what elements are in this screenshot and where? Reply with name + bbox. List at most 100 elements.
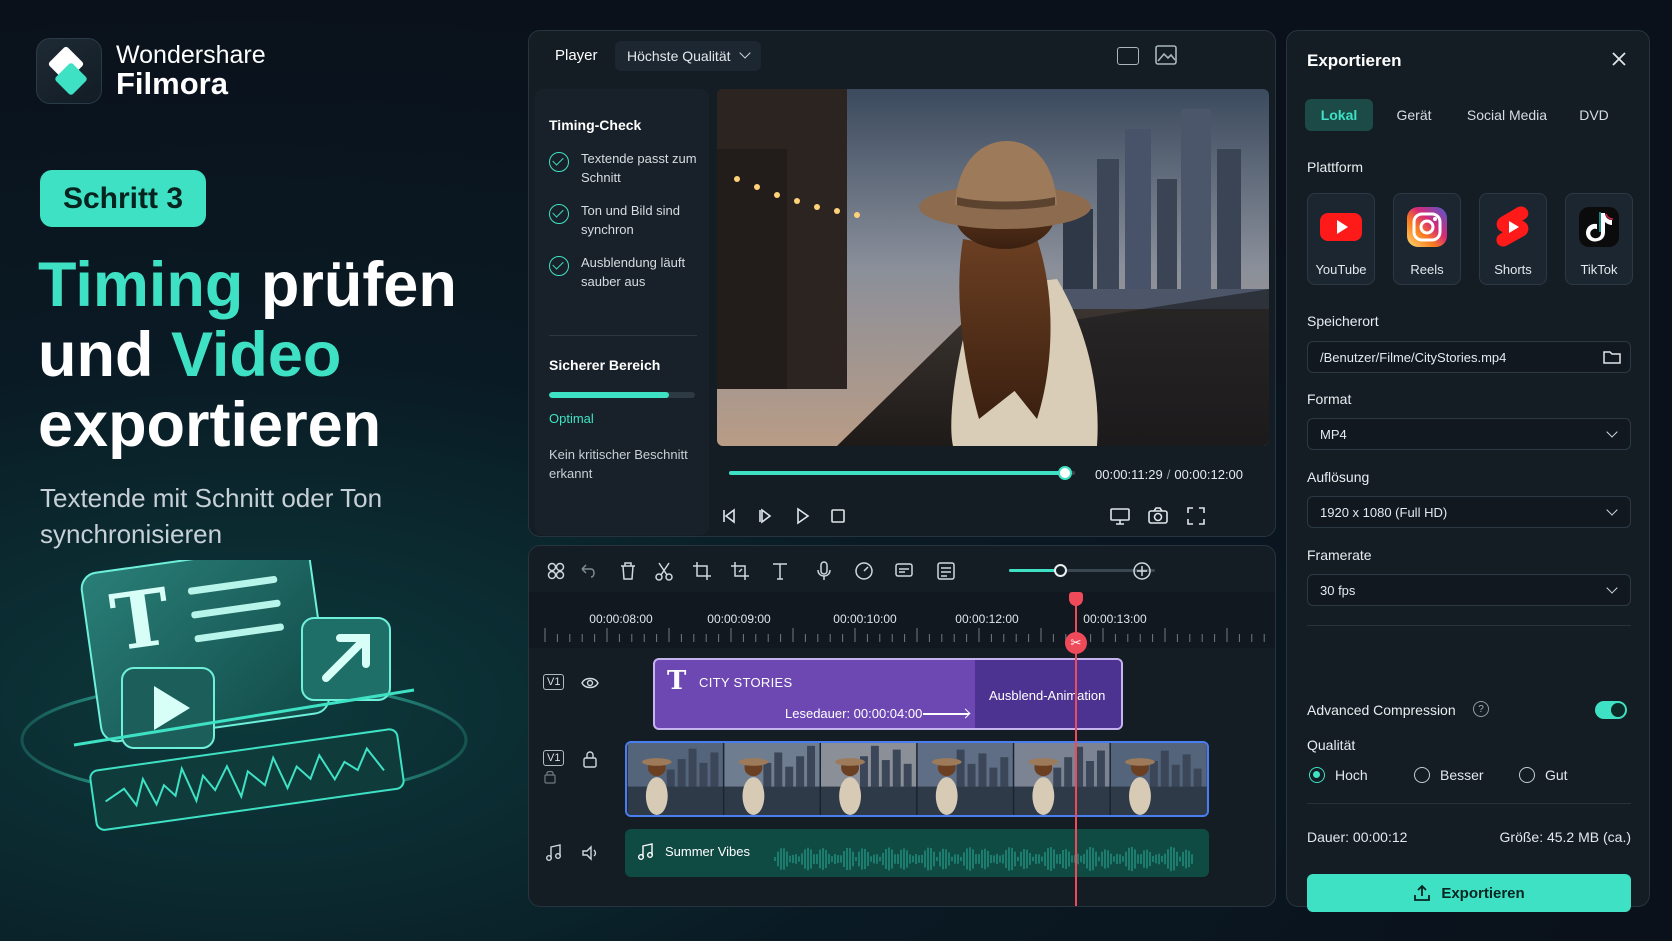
playhead-handle[interactable] bbox=[1069, 592, 1083, 606]
ruler-label: 00:00:08:00 bbox=[589, 612, 653, 626]
stop-icon[interactable] bbox=[827, 505, 849, 527]
text-clip-city-stories[interactable]: T CITY STORIES Lesedauer: 00:00:04:00 Au… bbox=[653, 658, 1123, 730]
format-select[interactable]: MP4 bbox=[1307, 418, 1631, 450]
next-frame-icon[interactable] bbox=[755, 505, 777, 527]
subtitle-icon[interactable] bbox=[893, 560, 915, 582]
text-export-illustration: T bbox=[20, 560, 468, 831]
check-circle-icon bbox=[549, 152, 569, 172]
text-clip-read-time: Lesedauer: 00:00:04:00 bbox=[785, 706, 923, 721]
divider bbox=[1307, 625, 1631, 626]
split-scissors-icon[interactable]: ✂ bbox=[1065, 632, 1087, 654]
timeline-ruler[interactable]: 00:00:08:00 00:00:09:00 00:00:10:00 00:0… bbox=[529, 592, 1275, 648]
fullscreen-icon[interactable] bbox=[1185, 505, 1207, 527]
play-icon[interactable] bbox=[791, 505, 813, 527]
text-clip-icon: T bbox=[667, 666, 687, 696]
prev-frame-icon[interactable] bbox=[719, 505, 741, 527]
quality-option-hoch[interactable]: Hoch bbox=[1309, 767, 1414, 783]
upload-icon bbox=[1414, 884, 1431, 901]
text-track-label: V1 bbox=[543, 674, 565, 690]
video-clip-filmstrip[interactable] bbox=[625, 741, 1209, 817]
compression-label: Advanced Compression bbox=[1307, 702, 1456, 718]
eye-icon[interactable] bbox=[581, 674, 599, 692]
headline-word: Video bbox=[170, 320, 342, 390]
export-title: Exportieren bbox=[1307, 51, 1402, 70]
speaker-icon[interactable] bbox=[581, 844, 599, 862]
export-tabs: Lokal Gerät Social Media DVD bbox=[1305, 99, 1635, 131]
timecode: 00:00:11:29/00:00:12:00 bbox=[1095, 467, 1244, 482]
export-button[interactable]: Exportieren bbox=[1307, 874, 1631, 912]
lock-icon[interactable] bbox=[581, 750, 599, 768]
scissors-icon[interactable] bbox=[653, 560, 675, 582]
headline-word: und bbox=[38, 320, 171, 390]
image-icon[interactable] bbox=[1155, 45, 1177, 65]
instagram-icon bbox=[1407, 207, 1447, 247]
tab-dvd[interactable]: DVD bbox=[1559, 99, 1629, 131]
platform-list: YouTube Reels Shorts TikTok bbox=[1307, 193, 1633, 285]
scrubber-handle[interactable] bbox=[1057, 466, 1072, 480]
radio-icon bbox=[1414, 767, 1430, 783]
snapshot-camera-icon[interactable] bbox=[1147, 505, 1169, 527]
display-icon[interactable] bbox=[1109, 505, 1131, 527]
export-panel: Exportieren Lokal Gerät Social Media DVD… bbox=[1286, 30, 1650, 912]
quality-option-besser[interactable]: Besser bbox=[1414, 767, 1519, 783]
platform-reels[interactable]: Reels bbox=[1393, 193, 1461, 285]
ruler-label: 00:00:13:00 bbox=[1083, 612, 1147, 626]
location-field[interactable]: /Benutzer/Filme/CityStories.mp4 bbox=[1307, 341, 1631, 373]
platform-label: Plattform bbox=[1307, 159, 1364, 175]
audio-clip-name: Summer Vibes bbox=[665, 844, 751, 859]
undo-icon[interactable] bbox=[577, 560, 599, 582]
video-preview[interactable] bbox=[717, 89, 1269, 446]
current-time: 00:00:11:29 bbox=[1095, 467, 1163, 482]
compression-toggle[interactable] bbox=[1595, 701, 1627, 719]
grid-view-icon[interactable] bbox=[1117, 47, 1139, 65]
ruler-ticks bbox=[544, 628, 1265, 642]
text-clip-name: CITY STORIES bbox=[699, 675, 793, 690]
subline: Textende mit Schnitt oder Ton synchronis… bbox=[40, 483, 383, 549]
ruler-label: 00:00:10:00 bbox=[833, 612, 897, 626]
crop-icon[interactable] bbox=[691, 560, 713, 582]
close-icon[interactable] bbox=[1609, 49, 1629, 69]
layout-grid-icon[interactable] bbox=[545, 560, 567, 582]
tab-geraet[interactable]: Gerät bbox=[1373, 99, 1455, 131]
animation-label: Ausblend-Animation bbox=[989, 688, 1106, 703]
add-track-icon[interactable] bbox=[1131, 560, 1153, 582]
folder-icon[interactable] bbox=[1602, 348, 1622, 366]
timing-check-item: Ausblendung läuft sauber aus bbox=[549, 253, 707, 291]
total-time: 00:00:12:00 bbox=[1174, 467, 1244, 482]
microphone-icon[interactable] bbox=[813, 560, 835, 582]
headline: Timing prüfen und Video exportieren bbox=[38, 250, 498, 460]
adjust-icon[interactable] bbox=[935, 560, 957, 582]
quality-options: Hoch Besser Gut bbox=[1309, 767, 1629, 783]
zoom-handle[interactable] bbox=[1054, 564, 1068, 577]
playback-scrubber[interactable] bbox=[729, 466, 1075, 480]
audio-clip[interactable]: Summer Vibes bbox=[625, 829, 1209, 877]
tab-social-media[interactable]: Social Media bbox=[1455, 99, 1559, 131]
transform-icon[interactable] bbox=[729, 560, 751, 582]
check-circle-icon bbox=[549, 204, 569, 224]
platform-youtube[interactable]: YouTube bbox=[1307, 193, 1375, 285]
divider bbox=[1307, 803, 1631, 804]
radio-icon bbox=[1519, 767, 1535, 783]
platform-tiktok[interactable]: TikTok bbox=[1565, 193, 1633, 285]
chevron-down-icon bbox=[739, 47, 751, 59]
headline-word: prüfen bbox=[243, 250, 457, 320]
platform-shorts[interactable]: Shorts bbox=[1479, 193, 1547, 285]
speed-icon[interactable] bbox=[853, 560, 875, 582]
music-note-icon bbox=[546, 844, 561, 861]
help-icon[interactable]: ? bbox=[1473, 701, 1489, 717]
chevron-down-icon bbox=[1606, 504, 1618, 516]
headline-word: Timing bbox=[38, 250, 244, 320]
tab-lokal[interactable]: Lokal bbox=[1305, 99, 1373, 131]
link-icon[interactable] bbox=[543, 770, 557, 784]
delete-icon[interactable] bbox=[617, 560, 639, 582]
timing-check-item: Textende passt zum Schnitt bbox=[549, 149, 707, 187]
quality-dropdown[interactable]: Höchste Qualität bbox=[615, 41, 761, 71]
quality-label: Qualität bbox=[1307, 737, 1356, 753]
resolution-select[interactable]: 1920 x 1080 (Full HD) bbox=[1307, 496, 1631, 528]
export-button-label: Exportieren bbox=[1441, 884, 1525, 902]
quality-option-gut[interactable]: Gut bbox=[1519, 767, 1624, 783]
framerate-select[interactable]: 30 fps bbox=[1307, 574, 1631, 606]
arrow-right-icon bbox=[923, 713, 969, 715]
framerate-value: 30 fps bbox=[1320, 582, 1356, 598]
text-tool-icon[interactable] bbox=[769, 560, 791, 582]
